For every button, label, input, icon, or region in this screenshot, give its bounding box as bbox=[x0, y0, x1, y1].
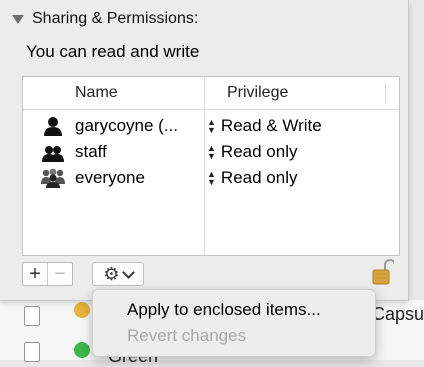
column-divider bbox=[385, 83, 386, 103]
action-menu-button[interactable]: ⚙ bbox=[92, 262, 144, 286]
table-row[interactable]: everyone ▲ ▼ Read only bbox=[23, 165, 399, 191]
add-user-button[interactable]: + bbox=[23, 263, 47, 285]
menu-item-revert-changes: Revert changes bbox=[127, 326, 247, 345]
table-header: Name Privilege bbox=[23, 77, 399, 110]
background-partial-label: Capsu bbox=[372, 304, 424, 324]
chevron-down-icon bbox=[121, 265, 135, 279]
stepper-arrows-icon: ▲ ▼ bbox=[207, 143, 216, 161]
group-icon bbox=[42, 146, 64, 162]
permissions-table: Name Privilege garycoyne (... ▲ ▼ Read & … bbox=[22, 76, 400, 256]
user-name: staff bbox=[75, 142, 107, 161]
file-icon bbox=[24, 306, 40, 326]
green-tag-icon bbox=[74, 342, 90, 358]
column-header-privilege[interactable]: Privilege bbox=[227, 84, 288, 102]
file-icon bbox=[24, 342, 40, 362]
action-popup-menu: Apply to enclosed items... Revert change… bbox=[92, 289, 376, 357]
remove-user-button[interactable]: − bbox=[47, 263, 72, 285]
privilege-value: Read only bbox=[220, 168, 298, 187]
privilege-popup[interactable]: ▲ ▼ Read only bbox=[207, 142, 297, 162]
privilege-value: Read & Write bbox=[220, 116, 322, 135]
privilege-value: Read only bbox=[220, 142, 298, 161]
single-user-icon bbox=[44, 117, 62, 136]
section-header[interactable]: Sharing & Permissions: bbox=[12, 8, 198, 30]
column-header-name[interactable]: Name bbox=[75, 84, 118, 102]
table-row[interactable]: staff ▲ ▼ Read only bbox=[23, 139, 399, 165]
sharing-permissions-panel: Sharing & Permissions: You can read and … bbox=[0, 0, 409, 301]
yellow-tag-icon bbox=[74, 302, 90, 318]
gear-icon: ⚙ bbox=[103, 264, 120, 284]
user-name: garycoyne (... bbox=[75, 116, 178, 135]
add-remove-segmented-control: + − bbox=[22, 262, 73, 286]
privilege-popup[interactable]: ▲ ▼ Read & Write bbox=[207, 116, 322, 136]
stepper-arrows-icon: ▲ ▼ bbox=[207, 117, 216, 135]
section-title: Sharing & Permissions: bbox=[32, 10, 199, 27]
menu-item-apply-to-enclosed[interactable]: Apply to enclosed items... bbox=[127, 300, 321, 320]
stepper-arrows-icon: ▲ ▼ bbox=[207, 169, 216, 187]
access-status-text: You can read and write bbox=[26, 42, 200, 61]
disclosure-triangle-icon[interactable] bbox=[12, 14, 24, 24]
lock-icon[interactable] bbox=[372, 258, 394, 286]
user-name: everyone bbox=[75, 168, 145, 187]
table-row[interactable]: garycoyne (... ▲ ▼ Read & Write bbox=[23, 113, 399, 139]
privilege-popup[interactable]: ▲ ▼ Read only bbox=[207, 168, 297, 188]
everyone-icon bbox=[41, 168, 65, 188]
